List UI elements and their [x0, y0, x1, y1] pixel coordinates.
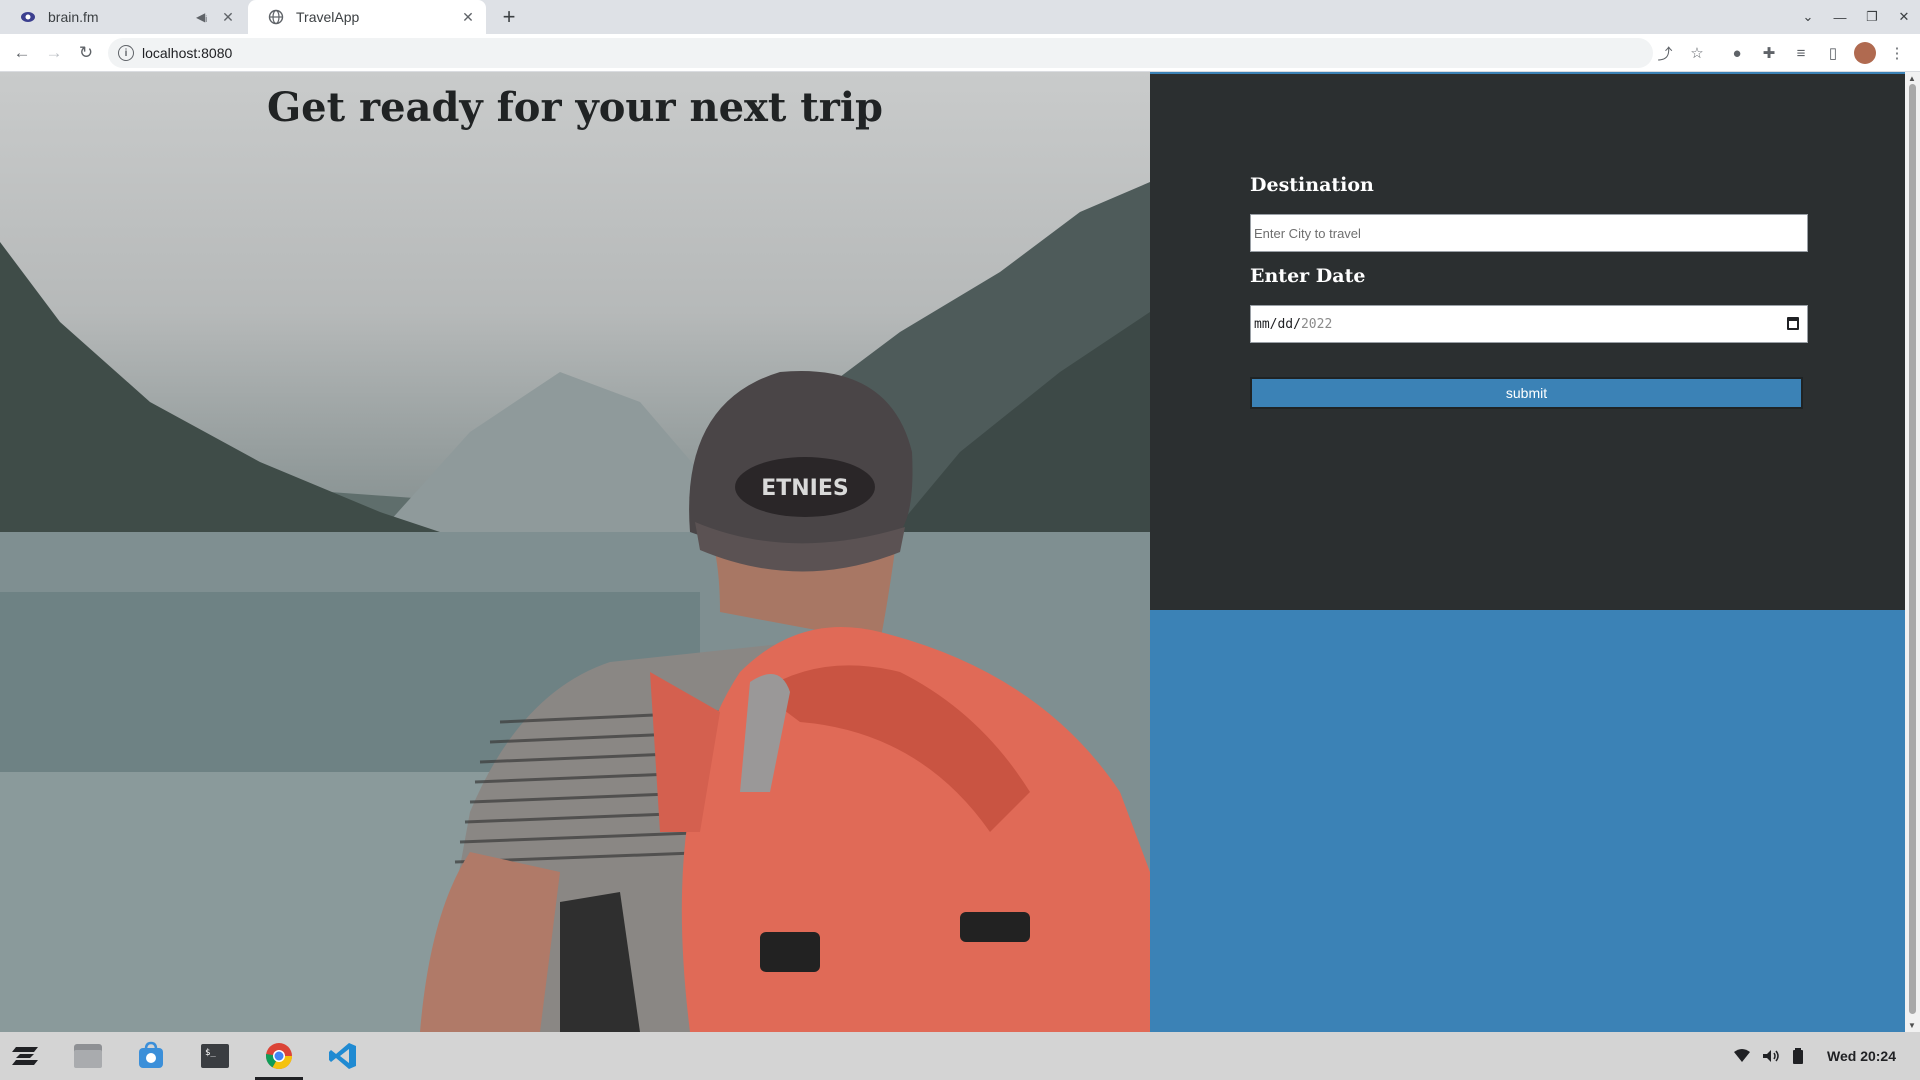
back-arrow-icon[interactable]: ←	[10, 41, 34, 65]
hiker-lake-illustration: ETNIES	[0, 182, 1150, 1032]
wifi-icon[interactable]	[1734, 1032, 1750, 1080]
submit-button[interactable]: submit	[1250, 377, 1803, 409]
results-panel	[1150, 610, 1905, 1032]
menu-kebab-icon[interactable]: ⋮	[1886, 42, 1908, 64]
scroll-up-icon[interactable]: ▲	[1908, 74, 1916, 83]
site-info-icon[interactable]: i	[118, 45, 134, 61]
os-taskbar: $_ Wed 20:24	[0, 1032, 1920, 1080]
extensions-puzzle-icon[interactable]: ✚	[1758, 42, 1780, 64]
tab-title: TravelApp	[296, 9, 360, 25]
extension-bug-icon[interactable]: ●	[1726, 42, 1748, 64]
svg-text:$_: $_	[205, 1048, 216, 1058]
calendar-icon[interactable]	[1787, 317, 1799, 330]
software-store-icon[interactable]	[132, 1038, 170, 1074]
page-viewport: ETNIES Get ready for your next trip Dest…	[0, 72, 1920, 1032]
destination-label: Destination	[1250, 174, 1374, 196]
close-tab-icon[interactable]: ✕	[458, 7, 478, 27]
tab-brainfm[interactable]: brain.fm ◀ᵢ ✕	[0, 0, 246, 34]
brainfm-icon	[20, 9, 36, 25]
tab-search-icon[interactable]: ⌄	[1792, 9, 1824, 25]
address-bar[interactable]: i localhost:8080	[108, 38, 1653, 68]
tab-travelapp[interactable]: TravelApp ✕	[248, 0, 486, 34]
tab-title: brain.fm	[48, 9, 99, 25]
reload-icon[interactable]: ↻	[74, 41, 98, 65]
battery-icon[interactable]	[1792, 1032, 1804, 1080]
vscode-icon[interactable]	[324, 1038, 362, 1074]
close-tab-icon[interactable]: ✕	[218, 7, 238, 27]
new-tab-button[interactable]: +	[496, 4, 522, 29]
side-panel-icon[interactable]: ▯	[1822, 42, 1844, 64]
volume-icon[interactable]	[1762, 1032, 1780, 1080]
globe-icon	[268, 9, 284, 25]
tab-strip: brain.fm ◀ᵢ ✕ TravelApp ✕ + ⌄ — ❐ ✕	[0, 0, 1920, 34]
scroll-down-icon[interactable]: ▼	[1908, 1021, 1916, 1030]
trip-form-panel: Destination Enter City to travel Enter D…	[1150, 72, 1905, 610]
minimize-icon[interactable]: —	[1824, 10, 1856, 25]
date-year: 2022	[1300, 316, 1333, 332]
hero-image: ETNIES Get ready for your next trip	[0, 72, 1150, 1032]
files-icon[interactable]	[69, 1038, 107, 1074]
date-input[interactable]: mm/dd/2022	[1250, 305, 1808, 343]
forward-arrow-icon[interactable]: →	[42, 41, 66, 65]
date-label: Enter Date	[1250, 265, 1366, 287]
scrollbar-thumb[interactable]	[1909, 84, 1916, 1014]
terminal-icon[interactable]: $_	[196, 1038, 234, 1074]
taskbar-clock[interactable]: Wed 20:24	[1827, 1032, 1896, 1080]
bookmark-star-icon[interactable]: ☆	[1686, 42, 1708, 64]
close-window-icon[interactable]: ✕	[1888, 9, 1920, 25]
destination-input[interactable]: Enter City to travel	[1250, 214, 1808, 252]
date-mask: mm/dd/	[1254, 316, 1301, 332]
restore-icon[interactable]: ❐	[1856, 9, 1888, 25]
window-controls: ⌄ — ❐ ✕	[1792, 0, 1920, 34]
speaker-icon[interactable]: ◀ᵢ	[196, 10, 214, 24]
page-title: Get ready for your next trip	[267, 84, 883, 131]
profile-avatar[interactable]	[1854, 42, 1876, 64]
media-controls-icon[interactable]: ≡	[1790, 42, 1812, 64]
browser-toolbar: ← → ↻ i localhost:8080 ⤴ ☆ ● ✚ ≡ ▯ ⋮	[0, 34, 1920, 72]
zorin-menu-icon[interactable]	[8, 1038, 46, 1074]
svg-text:ETNIES: ETNIES	[761, 476, 849, 501]
share-icon[interactable]: ⤴	[1654, 42, 1676, 64]
chrome-icon[interactable]	[255, 1038, 303, 1080]
url-text: localhost:8080	[142, 45, 233, 61]
page-scrollbar[interactable]: ▲ ▼	[1905, 72, 1920, 1032]
